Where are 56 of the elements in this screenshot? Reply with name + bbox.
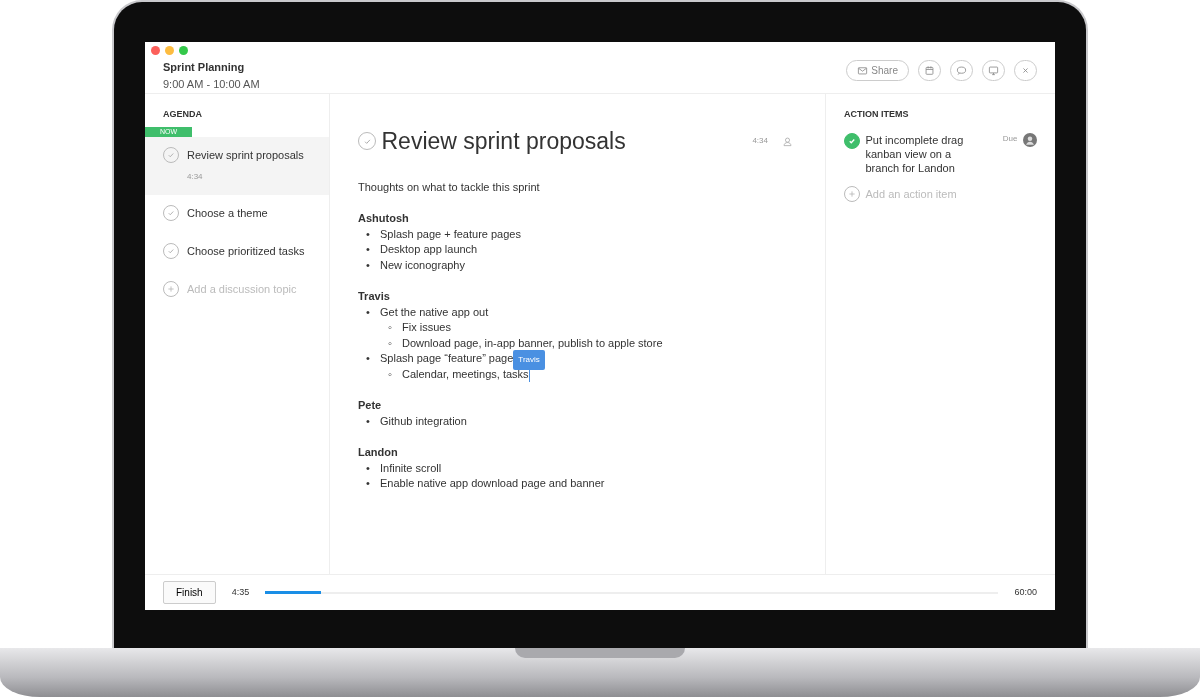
window-control-dot[interactable] <box>179 46 188 55</box>
meeting-time: 9:00 AM - 10:00 AM <box>163 76 260 92</box>
section-heading: AGENDA <box>163 108 203 121</box>
note-line: New iconography <box>380 258 465 271</box>
window-control-dot[interactable] <box>151 46 160 55</box>
person-icon <box>782 135 793 147</box>
topic-title: Review sprint proposals <box>381 127 626 156</box>
window-title: Sprint Planning <box>163 60 246 75</box>
note-line: Splash page + feature pages <box>380 227 521 240</box>
agenda-item[interactable]: Review sprint proposals 4:34 <box>145 137 329 195</box>
bullet: • <box>366 351 371 366</box>
agenda-item[interactable]: Choose a theme <box>145 194 329 233</box>
elapsed-time: 4:35 <box>231 585 250 599</box>
note-line: Fix issues <box>402 321 451 333</box>
close-button[interactable] <box>1014 60 1037 81</box>
bullet: • <box>366 304 371 320</box>
person-heading: Ashutosh <box>358 211 410 226</box>
section-heading: ACTION ITEMS <box>844 108 910 121</box>
person-heading: Landon <box>358 445 399 460</box>
note-line: Infinite scroll <box>380 461 442 474</box>
bullet: ◦ <box>388 366 393 382</box>
close-icon <box>1020 65 1031 76</box>
bullet: ◦ <box>388 320 393 335</box>
done-check[interactable] <box>844 132 860 149</box>
intro-text: Thoughts on what to tackle this sprint <box>358 179 541 195</box>
person-heading: Travis <box>358 289 391 304</box>
note-line: Desktop app launch <box>380 243 478 255</box>
person-heading: Pete <box>358 398 383 413</box>
note-line: Calendar, meetings, tasks <box>402 367 529 380</box>
bullet: • <box>366 476 371 491</box>
total-time: 60:00 <box>1014 585 1037 599</box>
speech-bubble-icon <box>956 65 967 76</box>
avatar-icon[interactable] <box>1023 132 1037 147</box>
comment-button[interactable] <box>950 60 973 81</box>
action-item-text: Put incomplete drag kanban view on a branch for Landon <box>865 132 965 175</box>
bullet: • <box>366 413 371 429</box>
calendar-button[interactable] <box>918 60 941 81</box>
calendar-icon <box>924 65 935 76</box>
monitor-icon <box>988 65 999 76</box>
share-button[interactable]: Share <box>846 60 909 81</box>
note-line: Get the native app out <box>380 305 489 318</box>
bullet: • <box>366 257 371 273</box>
monitor-button[interactable] <box>982 60 1005 81</box>
mail-icon <box>857 65 869 76</box>
bullet: • <box>366 460 371 476</box>
finish-button[interactable]: Finish <box>163 581 216 604</box>
note-line: Download page, in-app banner, publish to apple store <box>402 336 663 349</box>
bullet: • <box>366 226 371 242</box>
topic-timer: 4:34 <box>752 135 768 148</box>
collaborator-tag: Travis <box>513 350 545 370</box>
window-control-dot[interactable] <box>165 46 174 55</box>
note-line: Github integration <box>380 414 467 427</box>
bullet: • <box>366 242 371 257</box>
agenda-item[interactable]: Choose prioritized tasks <box>145 232 329 271</box>
bullet: ◦ <box>388 335 393 351</box>
note-line: Enable native app download page and banner <box>380 477 605 489</box>
